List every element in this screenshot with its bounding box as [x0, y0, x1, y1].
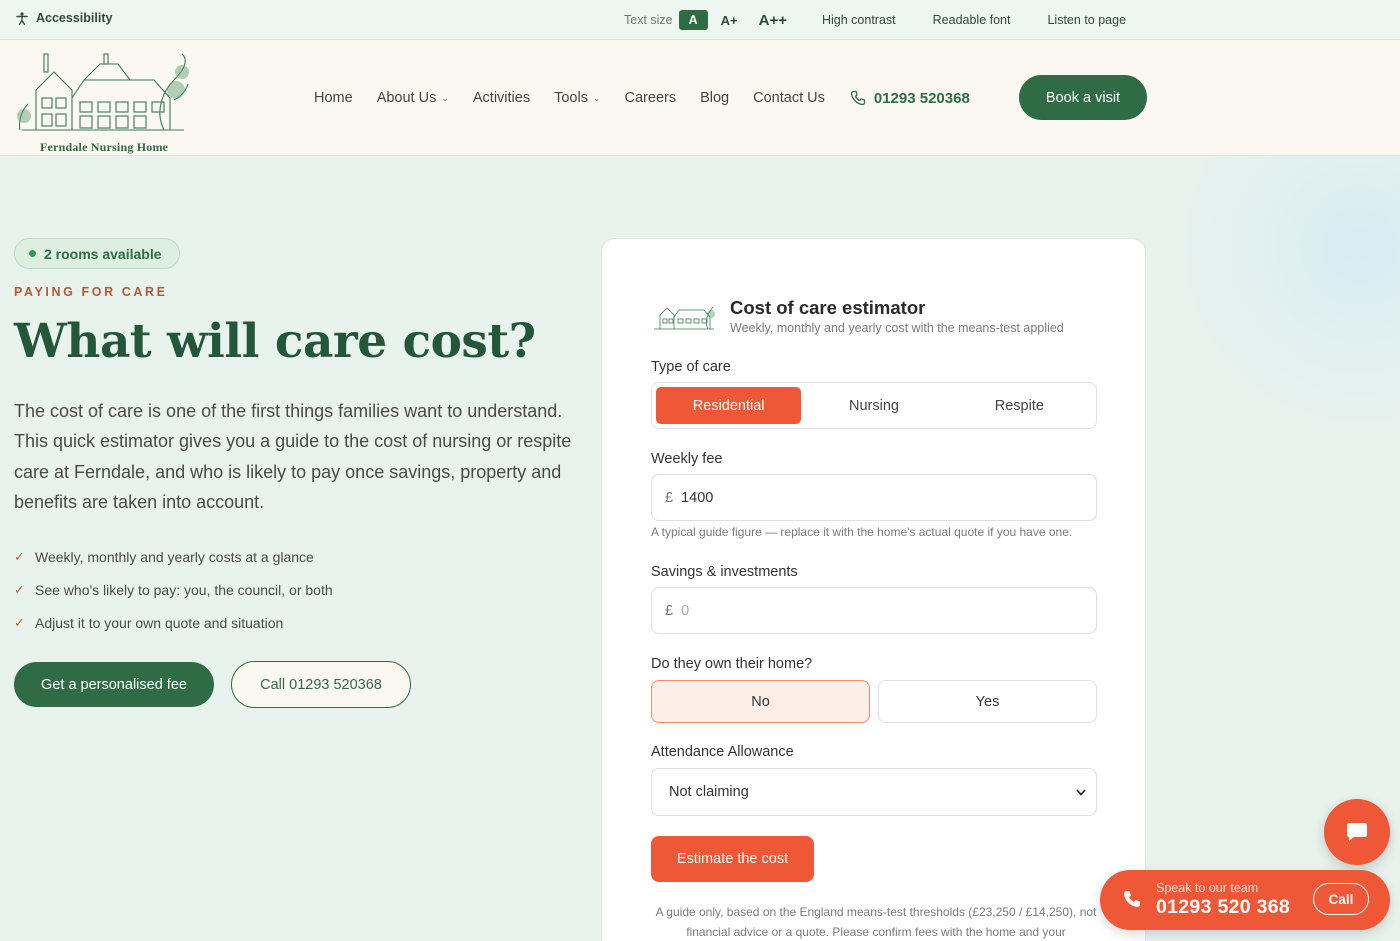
estimator-subtitle: Weekly, monthly and yearly cost with the…	[730, 321, 1064, 335]
cost-estimator-card: Cost of care estimator Weekly, monthly a…	[601, 238, 1146, 941]
nav-home[interactable]: Home	[314, 90, 353, 106]
nav-activities[interactable]: Activities	[473, 90, 530, 106]
house-illustration-icon	[17, 53, 189, 131]
text-size-normal-button[interactable]: A	[678, 10, 708, 30]
personalised-fee-button[interactable]: Get a personalised fee	[14, 662, 214, 707]
accessibility-toggle[interactable]: Accessibility	[16, 11, 112, 25]
currency-symbol: £	[665, 602, 674, 619]
text-size-large-button[interactable]: A+	[721, 13, 738, 28]
list-item-label: See who's likely to pay: you, the counci…	[35, 581, 333, 598]
own-home-no-button[interactable]: No	[651, 680, 870, 723]
nav-contact[interactable]: Contact Us	[753, 90, 825, 106]
text-size-xlarge-button[interactable]: A++	[759, 12, 787, 29]
phone-icon	[850, 90, 866, 106]
high-contrast-button[interactable]: High contrast	[822, 13, 896, 27]
call-widget[interactable]: Speak to our team 01293 520 368 Call	[1100, 870, 1390, 930]
book-visit-button[interactable]: Book a visit	[1019, 75, 1147, 120]
nav-about-label: About Us	[376, 90, 437, 106]
nav-tools[interactable]: Tools ⌄	[554, 90, 600, 106]
person-icon	[16, 11, 28, 25]
nav-tools-label: Tools	[554, 90, 588, 106]
nav-phone-label: 01293 520368	[873, 89, 970, 107]
nav-careers-label: Careers	[624, 90, 677, 106]
nav-contact-label: Contact Us	[753, 90, 825, 106]
list-item: ✓ Adjust it to your own quote and situati…	[14, 606, 333, 639]
chevron-down-icon: ⌄	[592, 92, 601, 103]
rooms-available-label: 2 rooms available	[44, 245, 162, 262]
chat-button[interactable]	[1324, 799, 1390, 865]
rooms-available-badge: 2 rooms available	[14, 238, 180, 269]
section-eyebrow: PAYING FOR CARE	[14, 285, 168, 299]
care-type-label: Type of care	[651, 359, 731, 375]
check-icon: ✓	[14, 614, 25, 630]
weekly-fee-input[interactable]: £ 1400	[651, 474, 1097, 521]
nav-activities-label: Activities	[472, 90, 531, 106]
attendance-allowance-value: Not claiming	[669, 784, 749, 800]
hero-lead-text: The cost of care is one of the first thi…	[14, 401, 572, 512]
phone-icon	[1124, 891, 1140, 907]
benefit-list: ✓ Weekly, monthly and yearly costs at a g…	[14, 540, 333, 639]
nav-home-label: Home	[314, 90, 353, 106]
weekly-fee-hint: A typical guide figure — replace it with…	[651, 525, 1073, 539]
main-nav: Home About Us ⌄ Activities Tools ⌄ Careers…	[314, 40, 970, 156]
nav-blog[interactable]: Blog	[700, 90, 729, 106]
currency-symbol: £	[665, 489, 674, 506]
savings-input[interactable]: £ 0	[651, 587, 1097, 634]
list-item: ✓ See who's likely to pay: you, the counc…	[14, 573, 333, 606]
nav-phone-link[interactable]: 01293 520368	[850, 90, 970, 107]
site-logo[interactable]: Ferndale Nursing Home	[14, 50, 192, 154]
nav-careers[interactable]: Careers	[625, 90, 677, 106]
savings-label: Savings & investments	[651, 564, 798, 580]
own-home-yes-button[interactable]: Yes	[878, 680, 1097, 723]
background-glow	[1150, 156, 1400, 456]
check-icon: ✓	[14, 548, 25, 564]
chat-bubble-icon	[1347, 823, 1367, 841]
check-icon: ✓	[14, 581, 25, 597]
list-item-label: Weekly, monthly and yearly costs at a gl…	[35, 548, 314, 565]
status-dot-icon	[29, 250, 36, 257]
accessibility-bar: Accessibility Text size A A+ A++ High co…	[0, 0, 1400, 40]
logo-text: Ferndale Nursing Home	[40, 140, 169, 154]
attendance-allowance-label: Attendance Allowance	[651, 744, 794, 760]
care-type-respite[interactable]: Respite	[947, 387, 1092, 424]
call-button[interactable]: Call 01293 520368	[231, 661, 411, 708]
accessibility-options: Text size A A+ A++ High contrast Readabl…	[624, 0, 1163, 40]
care-type-selector: Residential Nursing Respite	[651, 382, 1097, 429]
readable-font-button[interactable]: Readable font	[933, 13, 1011, 27]
text-size-label: Text size	[624, 13, 673, 27]
nav-about[interactable]: About Us ⌄	[377, 90, 449, 106]
care-type-nursing[interactable]: Nursing	[801, 387, 946, 424]
weekly-fee-label: Weekly fee	[651, 451, 723, 467]
chevron-down-icon	[1076, 788, 1086, 796]
weekly-fee-value: 1400	[681, 489, 714, 506]
page-title: What will care cost?	[14, 314, 536, 369]
chevron-down-icon: ⌄	[441, 92, 449, 103]
site-header: Ferndale Nursing Home Home About Us ⌄ Act…	[0, 40, 1400, 156]
call-widget-number: 01293 520 368	[1156, 896, 1291, 918]
house-illustration-icon	[654, 306, 715, 330]
nav-blog-label: Blog	[700, 90, 730, 106]
call-widget-caption: Speak to our team	[1156, 881, 1259, 895]
attendance-allowance-select[interactable]: Not claiming	[651, 768, 1097, 816]
savings-placeholder: 0	[681, 602, 690, 619]
estimator-title: Cost of care estimator	[730, 297, 926, 318]
accessibility-label: Accessibility	[36, 11, 113, 25]
listen-to-page-button[interactable]: Listen to page	[1047, 13, 1126, 27]
estimate-cost-button[interactable]: Estimate the cost	[651, 836, 814, 882]
care-type-residential[interactable]: Residential	[656, 387, 802, 424]
list-item: ✓ Weekly, monthly and yearly costs at a g…	[14, 540, 333, 573]
estimator-disclaimer: A guide only, based on the England means…	[655, 905, 1097, 939]
list-item-label: Adjust it to your own quote and situatio…	[35, 614, 284, 631]
call-widget-button[interactable]: Call	[1313, 883, 1369, 915]
own-home-label: Do they own their home?	[651, 656, 813, 672]
